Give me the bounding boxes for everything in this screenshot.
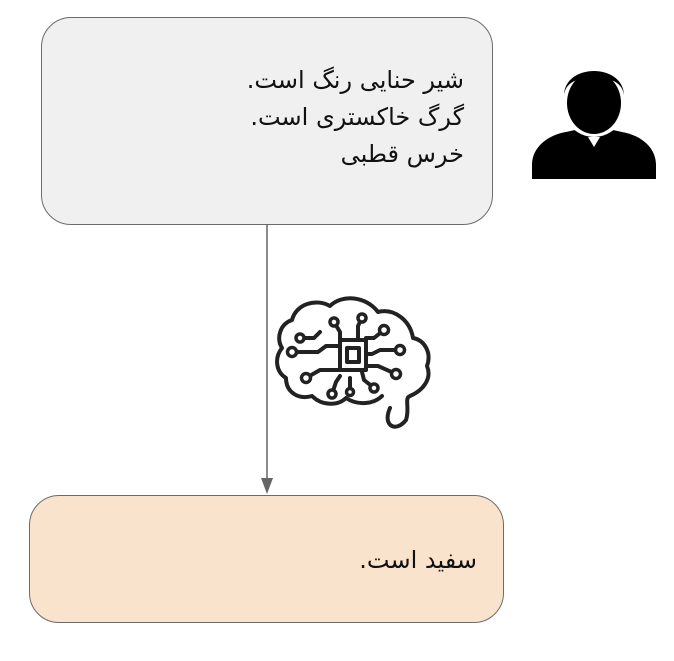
user-silhouette-icon [532, 65, 656, 179]
brain-circuit-icon [275, 296, 431, 429]
input-line: خرس قطبی [340, 140, 464, 168]
output-text: سفید است. [359, 546, 477, 574]
input-prompt-box: شیر حنایی رنگ است. گرگ خاکستری است. خرس … [41, 17, 493, 225]
input-line: شیر حنایی رنگ است. [246, 66, 464, 94]
input-line: گرگ خاکستری است. [250, 103, 464, 131]
model-output-box: سفید است. [29, 495, 504, 623]
